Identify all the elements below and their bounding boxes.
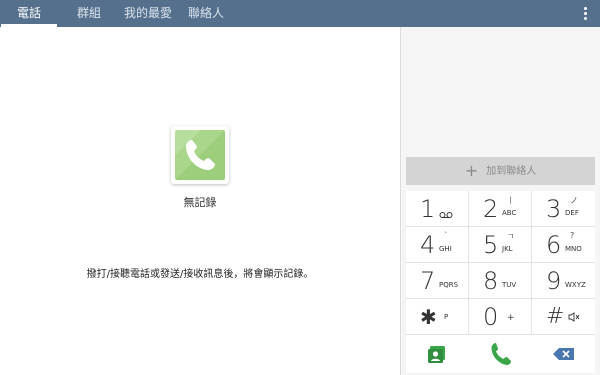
call-button[interactable] — [469, 336, 532, 372]
key-1[interactable]: 1 — [406, 191, 469, 227]
plus-icon: + — [464, 161, 479, 180]
backspace-icon — [553, 348, 574, 360]
number-input[interactable] — [401, 27, 600, 155]
key-0[interactable]: 0 + — [469, 299, 532, 335]
add-to-contacts-label: 加到聯絡人 — [486, 166, 537, 177]
empty-log-illustration — [171, 126, 229, 184]
key-5[interactable]: 5 ㄱ JKL — [469, 227, 532, 263]
key-hash[interactable]: # — [532, 299, 595, 335]
add-to-contacts-button[interactable]: + 加到聯絡人 — [406, 157, 595, 185]
more-vertical-icon[interactable] — [578, 5, 592, 23]
key-2[interactable]: 2 ㅣ ABC — [469, 191, 532, 227]
empty-state-title: 無記錄 — [183, 196, 217, 209]
key-8[interactable]: 8 TUV — [469, 263, 532, 299]
dialpad: 1 2 ㅣ ABC 3 ノ DEF 4 ` GHI 5 ㄱ JKL 6 ? MN… — [406, 191, 595, 373]
tab-groups[interactable]: 群組 — [72, 0, 106, 27]
key-7[interactable]: 7 PQRS — [406, 263, 469, 299]
key-4[interactable]: 4 ` GHI — [406, 227, 469, 263]
tab-favorites[interactable]: 我的最愛 — [120, 0, 176, 27]
tab-contacts[interactable]: 聯絡人 — [184, 0, 228, 27]
mute-icon — [568, 312, 580, 322]
backspace-button[interactable] — [532, 336, 595, 372]
tab-bar: 電話 群組 我的最愛 聯絡人 — [0, 0, 600, 27]
empty-state-description: 撥打/接聽電話或發送/接收訊息後，將會顯示記錄。 — [86, 269, 314, 280]
key-star[interactable]: ✱ P — [406, 299, 469, 335]
phone-icon — [175, 130, 225, 180]
tab-phone[interactable]: 電話 — [0, 0, 58, 27]
voicemail-icon — [439, 212, 453, 218]
key-9[interactable]: 9 WXYZ — [532, 263, 595, 299]
contacts-button[interactable] — [406, 336, 469, 372]
key-6[interactable]: 6 ? MNO — [532, 227, 595, 263]
contacts-card-icon — [428, 346, 445, 363]
key-3[interactable]: 3 ノ DEF — [532, 191, 595, 227]
call-icon — [491, 343, 511, 365]
call-log-panel: 無記錄 撥打/接聽電話或發送/接收訊息後，將會顯示記錄。 — [0, 27, 400, 375]
